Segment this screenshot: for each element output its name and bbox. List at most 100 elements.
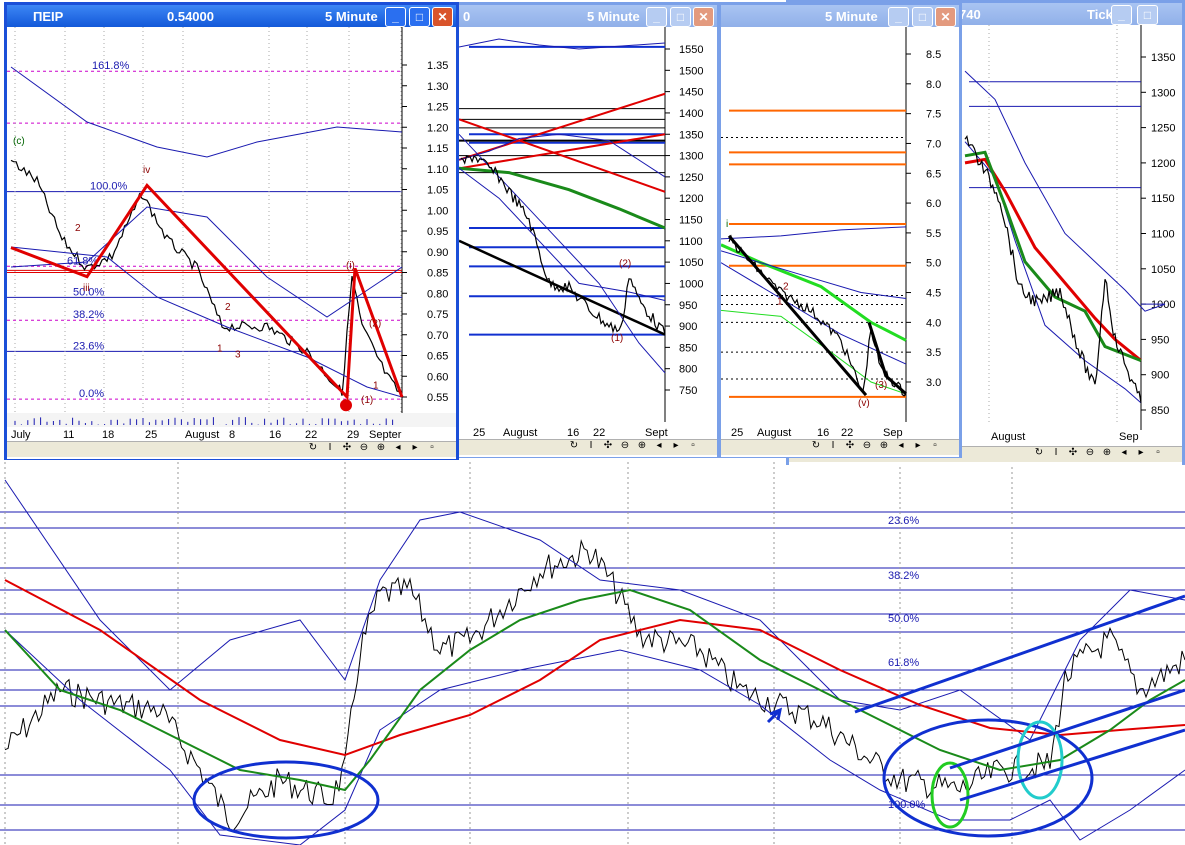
arrow-icon xyxy=(766,707,783,724)
title-bar[interactable]: 5 Minute _ □ ✕ xyxy=(721,5,959,29)
title-bar[interactable]: ΠΕΙΡ 0.54000 5 Minute _ □ ✕ xyxy=(7,5,456,29)
y-tick-label: 1150 xyxy=(1151,193,1175,205)
close-button[interactable]: ✕ xyxy=(693,7,714,27)
toolbar-tool-1[interactable]: I xyxy=(584,440,598,451)
wave-label: (3) xyxy=(875,380,887,391)
toolbar-tool-7[interactable]: ▫ xyxy=(928,440,942,451)
y-tick-label: 6.5 xyxy=(926,168,941,180)
trendline xyxy=(959,728,1185,802)
toolbar-tool-5[interactable]: ◂ xyxy=(1117,447,1131,458)
toolbar-tool-4[interactable]: ⊕ xyxy=(374,442,388,453)
maximize-button[interactable]: □ xyxy=(409,7,430,27)
toolbar-tool-4[interactable]: ⊕ xyxy=(635,440,649,451)
y-tick-label: 0.55 xyxy=(427,392,448,404)
toolbar-tool-7[interactable]: ▫ xyxy=(425,442,439,453)
toolbar-tool-6[interactable]: ▸ xyxy=(669,440,683,451)
wave-label: (2) xyxy=(619,258,631,269)
y-tick-label: 1050 xyxy=(1151,264,1175,276)
toolbar-tool-0[interactable]: ↻ xyxy=(809,440,823,451)
y-tick-label: 1350 xyxy=(679,129,703,141)
toolbar-tool-5[interactable]: ◂ xyxy=(894,440,908,451)
toolbar-tool-3[interactable]: ⊖ xyxy=(618,440,632,451)
wave-label: (c) xyxy=(13,136,25,147)
y-tick-label: 1.35 xyxy=(427,60,448,72)
window-interval: 5 Minute xyxy=(587,9,640,24)
y-tick-label: 1250 xyxy=(1151,123,1175,135)
chart-window-2[interactable]: 0 5 Minute _ □ ✕ 1550 1500 1450 1400 1350 130… xyxy=(456,2,720,458)
toolbar-tool-4[interactable]: ⊕ xyxy=(877,440,891,451)
x-tick-label: Sep xyxy=(883,427,903,439)
toolbar-tool-2[interactable]: ✣ xyxy=(601,440,615,451)
y-tick-label: 900 xyxy=(1151,370,1169,382)
wave-label: 1 xyxy=(373,381,379,392)
minimize-button[interactable]: _ xyxy=(1111,5,1132,25)
y-tick-label: 1350 xyxy=(1151,52,1175,64)
minimize-button[interactable]: _ xyxy=(888,7,909,27)
chart-toolbar[interactable]: ↻ I ✣ ⊖ ⊕ ◂ ▸ ▫ xyxy=(7,441,456,457)
toolbar-tool-1[interactable]: I xyxy=(826,440,840,451)
toolbar-tool-6[interactable]: ▸ xyxy=(911,440,925,451)
toolbar-tool-0[interactable]: ↻ xyxy=(306,442,320,453)
toolbar-tool-0[interactable]: ↻ xyxy=(1032,447,1046,458)
toolbar-tool-3[interactable]: ⊖ xyxy=(860,440,874,451)
maximize-button[interactable]: □ xyxy=(670,7,691,27)
y-tick-label: 1.30 xyxy=(427,81,448,93)
window-interval: 5 Minute xyxy=(825,9,878,24)
window-interval: 5 Minute xyxy=(325,9,378,24)
y-tick-label: 8.0 xyxy=(926,79,941,91)
toolbar-tool-4[interactable]: ⊕ xyxy=(1100,447,1114,458)
toolbar-tool-5[interactable]: ◂ xyxy=(391,442,405,453)
toolbar-tool-5[interactable]: ◂ xyxy=(652,440,666,451)
y-tick-label: 0.75 xyxy=(427,309,448,321)
toolbar-tool-1[interactable]: I xyxy=(323,442,337,453)
y-tick-label: 1050 xyxy=(679,257,703,269)
toolbar-tool-6[interactable]: ▸ xyxy=(1134,447,1148,458)
title-bar[interactable]: 0 5 Minute _ □ ✕ xyxy=(459,5,717,29)
wave-label: 1 xyxy=(777,296,783,307)
y-tick-label: 1150 xyxy=(679,215,703,227)
window-price: 0.54000 xyxy=(167,9,214,24)
x-tick-label: August xyxy=(757,427,791,439)
y-tick-label: 4.0 xyxy=(926,317,941,329)
close-button[interactable]: ✕ xyxy=(432,7,453,27)
y-tick-label: 5.5 xyxy=(926,228,941,240)
wave-label: 2 xyxy=(783,282,789,293)
wave-label: 2 xyxy=(225,302,231,313)
toolbar-tool-3[interactable]: ⊖ xyxy=(357,442,371,453)
toolbar-tool-6[interactable]: ▸ xyxy=(408,442,422,453)
y-tick-label: 1100 xyxy=(1151,229,1175,241)
y-tick-label: 1400 xyxy=(679,108,703,120)
highlight-ellipse xyxy=(192,760,380,840)
toolbar-tool-7[interactable]: ▫ xyxy=(686,440,700,451)
x-tick-label: August xyxy=(185,429,219,441)
window-symbol: ΠΕΙΡ xyxy=(33,9,64,24)
x-tick-label: 29 xyxy=(347,429,359,441)
x-tick-label: August xyxy=(991,431,1025,443)
toolbar-tool-1[interactable]: I xyxy=(1049,447,1063,458)
y-tick-label: 7.5 xyxy=(926,109,941,121)
chart-window-peir[interactable]: ΠΕΙΡ 0.54000 5 Minute _ □ ✕ 1.35 1.30 1.25… xyxy=(4,2,459,460)
close-button[interactable]: ✕ xyxy=(935,7,956,27)
toolbar-tool-2[interactable]: ✣ xyxy=(1066,447,1080,458)
toolbar-tool-2[interactable]: ✣ xyxy=(340,442,354,453)
window-symbol: 0 xyxy=(463,9,471,24)
minimize-button[interactable]: _ xyxy=(646,7,667,27)
fib-label: 100.0% xyxy=(90,181,128,193)
toolbar-tool-3[interactable]: ⊖ xyxy=(1083,447,1097,458)
toolbar-tool-7[interactable]: ▫ xyxy=(1151,447,1165,458)
maximize-button[interactable]: □ xyxy=(1137,5,1158,25)
upper-band xyxy=(4,479,1185,741)
price-chart: 8.5 8.0 7.5 7.0 6.5 6.0 5.5 5.0 4.5 4.0 3.5 3.0 i 21 (… xyxy=(721,27,959,457)
chart-toolbar[interactable]: ↻ I ✣ ⊖ ⊕ ◂ ▸ ▫ xyxy=(459,439,717,455)
y-tick-label: 8.5 xyxy=(926,49,941,61)
toolbar-tool-2[interactable]: ✣ xyxy=(843,440,857,451)
toolbar-tool-0[interactable]: ↻ xyxy=(567,440,581,451)
lower-band xyxy=(4,629,1185,845)
chart-window-3[interactable]: 5 Minute _ □ ✕ 8.5 8.0 7.5 7.0 6.5 6.0 5.5 5.0 4… xyxy=(718,2,962,458)
price-chart: 1.35 1.30 1.25 1.20 1.15 1.10 1.05 1.00 0.95 0.90… xyxy=(7,27,456,459)
wave-label: 3 xyxy=(235,350,241,361)
x-tick-label: 22 xyxy=(841,427,853,439)
maximize-button[interactable]: □ xyxy=(912,7,933,27)
chart-toolbar[interactable]: ↻ I ✣ ⊖ ⊕ ◂ ▸ ▫ xyxy=(721,439,959,455)
minimize-button[interactable]: _ xyxy=(385,7,406,27)
